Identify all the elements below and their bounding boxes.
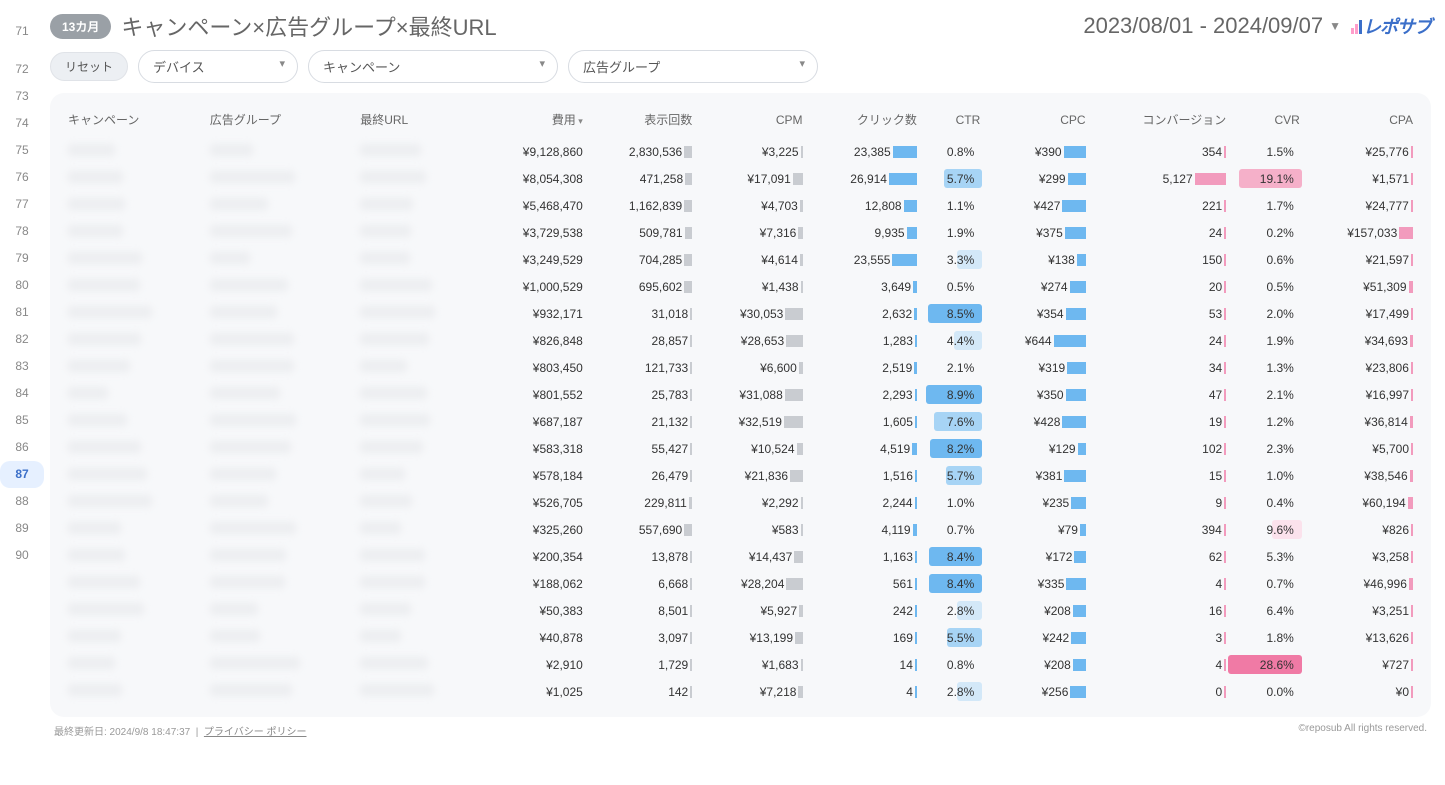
table-row: ¥9,128,8602,830,536¥3,22523,3850.8%¥3903… — [64, 138, 1417, 165]
reset-button[interactable]: リセット — [50, 52, 128, 81]
row-number: 81 — [0, 299, 44, 326]
col-header[interactable]: 表示回数 — [587, 105, 696, 138]
col-header[interactable]: CTR — [921, 105, 984, 138]
table-row: ¥526,705229,811¥2,2922,2441.0%¥23590.4%¥… — [64, 489, 1417, 516]
row-number: 77 — [0, 191, 44, 218]
table-row: ¥325,260557,690¥5834,1190.7%¥793949.6%¥8… — [64, 516, 1417, 543]
col-header[interactable]: CPC — [984, 105, 1089, 138]
adgroup-select[interactable]: 広告グループ — [568, 50, 818, 83]
col-header[interactable]: コンバージョン — [1090, 105, 1231, 138]
row-number: 83 — [0, 353, 44, 380]
row-number: 90 — [0, 542, 44, 569]
row-number: 89 — [0, 515, 44, 542]
col-header[interactable]: 費用 — [483, 105, 587, 138]
row-number: 85 — [0, 407, 44, 434]
campaign-select[interactable]: キャンペーン — [308, 50, 558, 83]
row-number: 75 — [0, 137, 44, 164]
table-row: ¥932,17131,018¥30,0532,6328.5%¥354532.0%… — [64, 300, 1417, 327]
col-header[interactable]: 広告グループ — [206, 105, 357, 138]
table-row: ¥583,31855,427¥10,5244,5198.2%¥1291022.3… — [64, 435, 1417, 462]
table-row: ¥687,18721,132¥32,5191,6057.6%¥428191.2%… — [64, 408, 1417, 435]
table-row: ¥2,9101,729¥1,683140.8%¥208428.6%¥727 — [64, 651, 1417, 678]
col-header[interactable]: キャンペーン — [64, 105, 206, 138]
table-row: ¥803,450121,733¥6,6002,5192.1%¥319341.3%… — [64, 354, 1417, 381]
table-row: ¥826,84828,857¥28,6531,2834.4%¥644241.9%… — [64, 327, 1417, 354]
table-row: ¥5,468,4701,162,839¥4,70312,8081.1%¥4272… — [64, 192, 1417, 219]
row-number: 88 — [0, 488, 44, 515]
col-header[interactable]: 最終URL — [356, 105, 482, 138]
copyright: ©reposub All rights reserved. — [1298, 723, 1427, 738]
table-row: ¥3,249,529704,285¥4,61423,5553.3%¥138150… — [64, 246, 1417, 273]
date-range-picker[interactable]: 2023/08/01 - 2024/09/07 ▼ — [1083, 13, 1341, 39]
row-number: 74 — [0, 110, 44, 137]
data-table: キャンペーン広告グループ最終URL費用表示回数CPMクリック数CTRCPCコンバ… — [64, 105, 1417, 705]
last-updated: 最終更新日: 2024/9/8 18:47:37 — [54, 727, 190, 738]
logo: レポサブ — [1351, 13, 1431, 39]
row-number: 84 — [0, 380, 44, 407]
row-number: 71 — [0, 18, 44, 56]
table-row: ¥40,8783,097¥13,1991695.5%¥24231.8%¥13,6… — [64, 624, 1417, 651]
table-row: ¥801,55225,783¥31,0882,2938.9%¥350472.1%… — [64, 381, 1417, 408]
row-number: 76 — [0, 164, 44, 191]
table-row: ¥3,729,538509,781¥7,3169,9351.9%¥375240.… — [64, 219, 1417, 246]
privacy-link[interactable]: プライバシー ポリシー — [204, 727, 307, 738]
row-number: 73 — [0, 83, 44, 110]
row-number: 87 — [0, 461, 44, 488]
table-row: ¥1,025142¥7,21842.8%¥25600.0%¥0 — [64, 678, 1417, 705]
row-number: 79 — [0, 245, 44, 272]
row-number: 78 — [0, 218, 44, 245]
chevron-down-icon: ▼ — [1329, 19, 1341, 33]
col-header[interactable]: CPA — [1304, 105, 1417, 138]
col-header[interactable]: CVR — [1230, 105, 1304, 138]
period-badge: 13カ月 — [50, 14, 111, 39]
row-number: 82 — [0, 326, 44, 353]
device-select[interactable]: デバイス — [138, 50, 298, 83]
table-row: ¥200,35413,878¥14,4371,1638.4%¥172625.3%… — [64, 543, 1417, 570]
col-header[interactable]: クリック数 — [807, 105, 921, 138]
table-row: ¥1,000,529695,602¥1,4383,6490.5%¥274200.… — [64, 273, 1417, 300]
table-row: ¥8,054,308471,258¥17,09126,9145.7%¥2995,… — [64, 165, 1417, 192]
table-row: ¥578,18426,479¥21,8361,5165.7%¥381151.0%… — [64, 462, 1417, 489]
row-number: 86 — [0, 434, 44, 461]
row-number: 72 — [0, 56, 44, 83]
col-header[interactable]: CPM — [696, 105, 806, 138]
table-row: ¥188,0626,668¥28,2045618.4%¥33540.7%¥46,… — [64, 570, 1417, 597]
table-row: ¥50,3838,501¥5,9272422.8%¥208166.4%¥3,25… — [64, 597, 1417, 624]
row-number: 80 — [0, 272, 44, 299]
page-title: キャンペーン×広告グループ×最終URL — [121, 10, 1073, 42]
